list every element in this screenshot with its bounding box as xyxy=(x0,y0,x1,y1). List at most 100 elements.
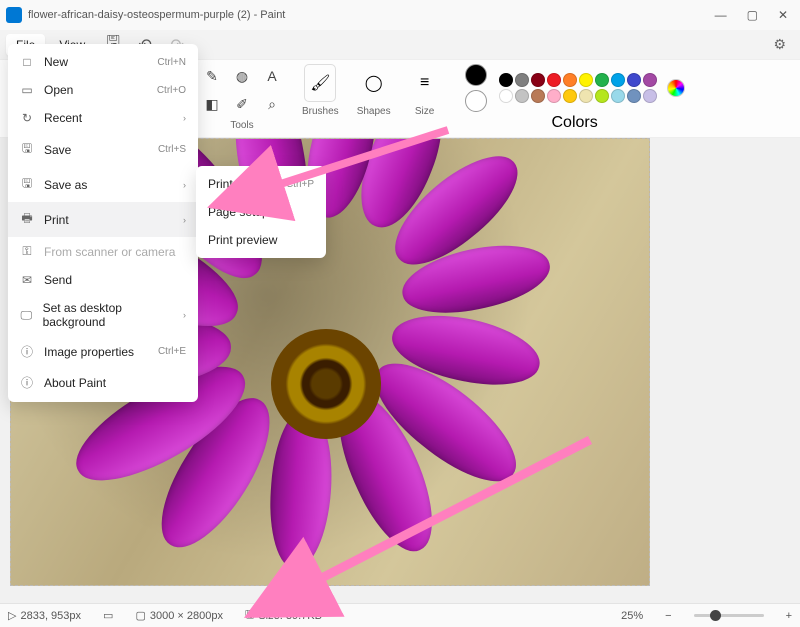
edit-colors-icon[interactable] xyxy=(667,79,685,97)
menu-item-icon: ↻ xyxy=(20,111,34,125)
magnifier-icon[interactable]: ⌕ xyxy=(260,92,284,116)
menu-item-shortcut: Ctrl+O xyxy=(157,85,186,96)
submenu-item-label: Print preview xyxy=(208,233,277,247)
color-swatch[interactable] xyxy=(547,89,561,103)
annotation-arrow-top xyxy=(258,120,458,215)
close-button[interactable]: ✕ xyxy=(778,8,788,22)
color-swatch[interactable] xyxy=(611,73,625,87)
color-swatch[interactable] xyxy=(515,89,529,103)
menu-item-label: About Paint xyxy=(44,376,106,390)
zoom-in-button[interactable]: + xyxy=(786,610,792,622)
color-swatch[interactable] xyxy=(595,89,609,103)
color-swatch[interactable] xyxy=(499,89,513,103)
minimize-button[interactable]: — xyxy=(715,8,727,22)
settings-icon[interactable]: ⚙ xyxy=(773,36,786,53)
size-group: ≡ Size xyxy=(409,64,441,117)
chevron-right-icon: › xyxy=(183,310,186,320)
menu-item-label: Set as desktop background xyxy=(43,301,173,329)
chevron-right-icon: › xyxy=(183,180,186,190)
annotation-arrow-bottom xyxy=(290,430,610,605)
print-submenu-item[interactable]: Print preview xyxy=(196,226,326,254)
fill-tool-icon[interactable]: ◍ xyxy=(230,64,254,88)
color-swatch[interactable] xyxy=(579,89,593,103)
menu-item-label: Save as xyxy=(44,178,87,192)
color-swatch[interactable] xyxy=(531,73,545,87)
window-controls: — ▢ ✕ xyxy=(715,8,794,22)
colors-label: Colors xyxy=(551,114,597,132)
menu-item-icon: 🖶 xyxy=(20,209,34,230)
file-menu-item[interactable]: ⓘ Image properties Ctrl+E xyxy=(8,336,198,367)
color-swatch[interactable] xyxy=(643,89,657,103)
color-swatch[interactable] xyxy=(547,73,561,87)
zoom-slider-knob[interactable] xyxy=(710,610,721,621)
color-swatch[interactable] xyxy=(499,73,513,87)
menu-item-icon: ⓘ xyxy=(20,374,34,391)
eraser-tool-icon[interactable]: ◧ xyxy=(200,92,224,116)
color-swatch[interactable] xyxy=(643,73,657,87)
shapes-group: ◯ Shapes xyxy=(357,64,391,117)
color-swatch[interactable] xyxy=(531,89,545,103)
menu-item-icon: 🖫 xyxy=(20,174,34,195)
file-menu-item[interactable]: ↻ Recent › xyxy=(8,104,198,132)
menu-item-shortcut: Ctrl+E xyxy=(158,346,186,357)
menu-item-label: Send xyxy=(44,273,72,287)
brushes-dropdown[interactable]: 🖌 xyxy=(304,64,336,102)
file-menu-item[interactable]: ✉ Send xyxy=(8,266,198,294)
menu-item-icon: ✉ xyxy=(20,273,34,287)
color-swatch[interactable] xyxy=(627,73,641,87)
brushes-group: 🖌 Brushes xyxy=(302,64,339,117)
brushes-label: Brushes xyxy=(302,106,339,117)
paint-app-icon xyxy=(6,7,22,23)
colors-group: Colors xyxy=(465,64,685,132)
chevron-right-icon: › xyxy=(183,113,186,123)
menu-item-label: From scanner or camera xyxy=(44,245,175,259)
color-swatch[interactable] xyxy=(515,73,529,87)
zoom-out-button[interactable]: − xyxy=(665,610,671,622)
size-dropdown[interactable]: ≡ xyxy=(409,64,441,102)
title-bar: flower-african-daisy-osteospermum-purple… xyxy=(0,0,800,30)
menu-item-label: New xyxy=(44,55,68,69)
maximize-button[interactable]: ▢ xyxy=(747,8,758,22)
cursor-position-text: 2833, 953px xyxy=(20,610,81,622)
file-menu-item[interactable]: 🖶Print› xyxy=(8,202,198,237)
pencil-tool-icon[interactable]: ✎ xyxy=(200,64,224,88)
flower-center xyxy=(271,329,381,439)
submenu-item-label: Print xyxy=(208,177,233,191)
color-swatch[interactable] xyxy=(595,73,609,87)
file-menu-item[interactable]: 🖫SaveCtrl+S xyxy=(8,132,198,167)
shapes-dropdown[interactable]: ◯ xyxy=(358,64,390,102)
file-menu-item[interactable]: 🖫 Save as › xyxy=(8,167,198,202)
menu-item-label: Recent xyxy=(44,111,82,125)
menu-item-shortcut: Ctrl+S xyxy=(158,144,186,155)
file-menu-item[interactable]: □ New Ctrl+N xyxy=(8,48,198,76)
tools-label: Tools xyxy=(230,120,253,131)
color-swatch[interactable] xyxy=(611,89,625,103)
color-swatch[interactable] xyxy=(579,73,593,87)
size-label: Size xyxy=(415,106,434,117)
color-swatch[interactable] xyxy=(627,89,641,103)
color-picker-icon[interactable]: ✐ xyxy=(230,92,254,116)
menu-item-shortcut: Ctrl+N xyxy=(157,57,186,68)
shapes-label: Shapes xyxy=(357,106,391,117)
file-menu-item[interactable]: ⓘ About Paint xyxy=(8,367,198,398)
status-bar: ▷ 2833, 953px ▭ ▢ 3000 × 2800px 🖫 Size: … xyxy=(0,603,800,627)
window-title: flower-african-daisy-osteospermum-purple… xyxy=(28,9,715,21)
file-menu-item[interactable]: 🖵 Set as desktop background › xyxy=(8,294,198,336)
menu-item-label: Open xyxy=(44,83,73,97)
file-menu-item: ⚿ From scanner or camera xyxy=(8,237,198,266)
color2-swatch[interactable] xyxy=(465,90,487,112)
menu-item-icon: 🖫 xyxy=(20,139,34,160)
color1-swatch[interactable] xyxy=(465,64,487,86)
color-swatch[interactable] xyxy=(563,89,577,103)
menu-item-icon: ⓘ xyxy=(20,343,34,360)
menu-item-icon: ⚿ xyxy=(20,244,34,259)
menu-item-icon: 🖵 xyxy=(20,308,33,323)
color-palette xyxy=(499,73,657,103)
color-swatch[interactable] xyxy=(563,73,577,87)
menu-item-label: Print xyxy=(44,213,69,227)
file-menu-item[interactable]: ▭OpenCtrl+O xyxy=(8,76,198,104)
text-tool-icon[interactable]: A xyxy=(260,64,284,88)
menu-item-icon: □ xyxy=(20,55,34,69)
menu-item-label: Image properties xyxy=(44,345,134,359)
zoom-slider[interactable] xyxy=(694,614,764,617)
